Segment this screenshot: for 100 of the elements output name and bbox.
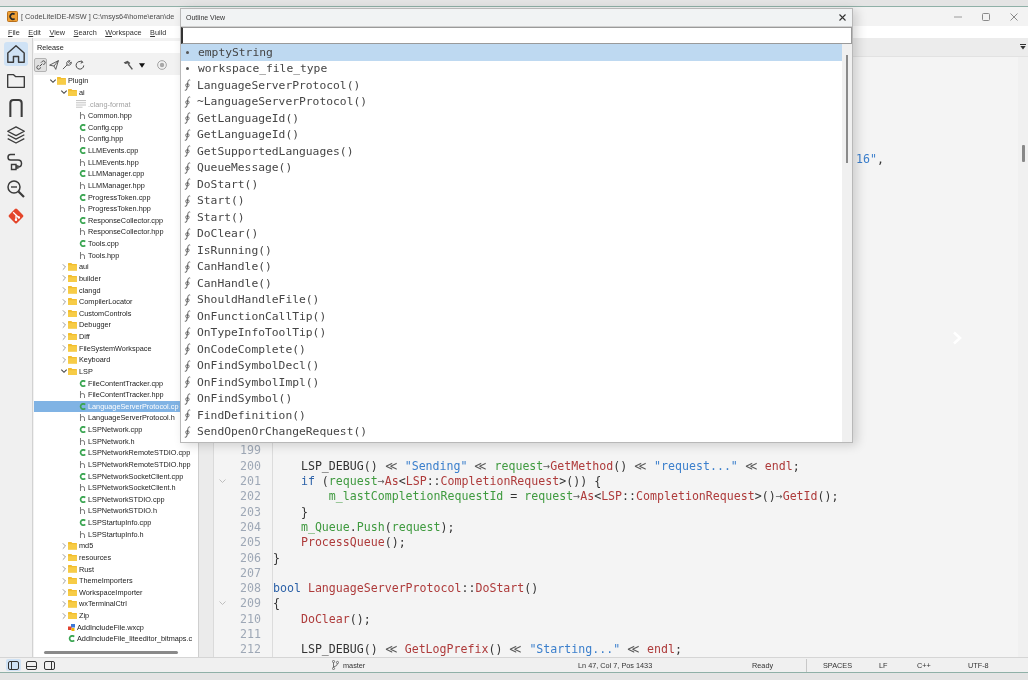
folder-icon — [68, 88, 77, 97]
chevron-right-icon[interactable] — [60, 588, 68, 597]
layout-button[interactable] — [24, 659, 39, 671]
outline-item[interactable]: OnFunctionCallTip() — [181, 308, 842, 325]
outline-item[interactable]: DoClear() — [181, 225, 842, 242]
right-panel-icon — [44, 660, 55, 670]
h-file-icon — [79, 112, 86, 120]
home-icon — [7, 45, 25, 63]
outline-item[interactable]: QueueMessage() — [181, 159, 842, 176]
function-icon — [184, 112, 191, 125]
wrench-icon — [61, 60, 72, 70]
line-number: 208 — [240, 581, 261, 596]
function-icon — [184, 425, 191, 438]
folder-icon — [68, 297, 77, 306]
outline-item[interactable]: ~LanguageServerProtocol() — [181, 93, 842, 110]
folder-icon — [57, 77, 66, 85]
h-file-icon — [79, 135, 86, 143]
c-file-icon — [79, 495, 86, 503]
chevron-right-icon[interactable] — [60, 297, 68, 306]
fold-icon[interactable] — [219, 601, 226, 606]
function-icon — [184, 211, 191, 224]
chevron-right-icon[interactable] — [60, 344, 68, 353]
outline-item[interactable]: OnTypeInfoToolTip() — [181, 324, 842, 341]
outline-item[interactable]: Start() — [181, 209, 842, 226]
outline-item[interactable]: workspace_file_type — [181, 60, 842, 77]
outline-item[interactable]: OnFindSymbolDecl() — [181, 357, 842, 374]
c-file-icon — [79, 170, 86, 178]
chevron-right-icon[interactable] — [60, 286, 68, 295]
function-icon — [184, 178, 191, 191]
chevron-right-icon[interactable] — [60, 274, 68, 283]
colored-blocks-icon — [68, 623, 75, 631]
outline-item[interactable]: CanHandle() — [181, 258, 842, 275]
outline-item[interactable]: DoStart() — [181, 176, 842, 193]
outline-item[interactable]: GetSupportedLanguages() — [181, 143, 842, 160]
close-icon[interactable] — [839, 14, 846, 21]
code-line: m_lastCompletionRequestId = request→As<LSP::CompletionRequest>()→GetId(); — [328, 489, 839, 504]
chevron-down-icon[interactable] — [49, 76, 57, 85]
function-icon — [184, 128, 191, 141]
folder-icon — [68, 344, 77, 352]
folder-icon — [68, 332, 77, 341]
link-icon — [35, 60, 46, 70]
layers-icon — [7, 126, 25, 144]
stop-icon — [156, 60, 167, 70]
folder-icon — [68, 600, 77, 608]
chevron-right-icon[interactable] — [60, 576, 68, 585]
scrollbar-thumb[interactable] — [1021, 145, 1025, 162]
chevron-right-icon[interactable] — [60, 262, 68, 271]
function-icon — [184, 392, 191, 405]
outline-item[interactable]: OnFindSymbolImpl() — [181, 374, 842, 391]
home-button[interactable] — [4, 42, 28, 66]
chevron-right-icon[interactable] — [60, 541, 68, 550]
folder-icon — [68, 611, 77, 620]
chevron-right-icon[interactable] — [60, 611, 68, 620]
function-icon — [184, 161, 191, 174]
folder-icon — [68, 321, 77, 329]
text-file-icon — [76, 100, 86, 109]
toolbar-button[interactable] — [121, 58, 134, 72]
outline-item[interactable]: IsRunning() — [181, 242, 842, 259]
outline-item[interactable]: GetLanguageId() — [181, 126, 842, 143]
outline-item[interactable]: emptyString — [181, 44, 842, 61]
chevron-right-icon[interactable] — [60, 355, 68, 364]
chevron-right-icon[interactable] — [60, 309, 68, 318]
layers-button[interactable] — [4, 123, 28, 147]
line-number: 204 — [240, 519, 261, 534]
chevron-down-icon[interactable] — [60, 88, 68, 97]
chevron-right-icon[interactable] — [60, 599, 68, 608]
h-file-icon — [79, 158, 86, 166]
outline-item[interactable]: LanguageServerProtocol() — [181, 77, 842, 94]
code-line: m_Queue.Push(request); — [300, 519, 455, 534]
code-line: ProcessQueue(); — [300, 535, 406, 550]
chevron-right-icon[interactable] — [60, 332, 68, 341]
outline-item[interactable]: GetLanguageId() — [181, 110, 842, 127]
caret-down-icon[interactable] — [1020, 44, 1026, 50]
layout-button[interactable] — [6, 659, 21, 671]
fold-icon[interactable] — [219, 479, 226, 484]
outline-item[interactable]: ShouldHandleFile() — [181, 291, 842, 308]
layout-button[interactable] — [42, 659, 57, 671]
outline-item[interactable]: OnCodeComplete() — [181, 341, 842, 358]
chevron-right-icon[interactable] — [60, 565, 68, 574]
scrollbar-thumb[interactable] — [846, 55, 848, 163]
h-file-icon — [79, 251, 86, 259]
outline-item[interactable]: SendOpenOrChangeRequest() — [181, 423, 842, 440]
function-icon — [184, 95, 191, 108]
line-number: 201 — [240, 474, 261, 489]
chevron-down-icon[interactable] — [60, 367, 68, 376]
code-line: DoClear(); — [300, 611, 371, 626]
outline-item[interactable]: Start() — [181, 192, 842, 209]
app-logo-icon — [7, 11, 18, 22]
folder-icon — [68, 576, 77, 585]
scrollbar-thumb[interactable] — [44, 650, 178, 654]
chevron-right-icon[interactable] — [60, 553, 68, 562]
chevron-right-icon[interactable] — [60, 320, 68, 329]
line-number: 212 — [240, 642, 261, 657]
magnet-icon — [7, 99, 25, 117]
outline-item[interactable]: CanHandle() — [181, 275, 842, 292]
search-field[interactable] — [181, 27, 852, 44]
c-file-icon — [79, 449, 86, 457]
c-file-icon — [79, 123, 86, 131]
line-number: 200 — [240, 458, 261, 473]
maximize-icon[interactable] — [982, 12, 990, 21]
